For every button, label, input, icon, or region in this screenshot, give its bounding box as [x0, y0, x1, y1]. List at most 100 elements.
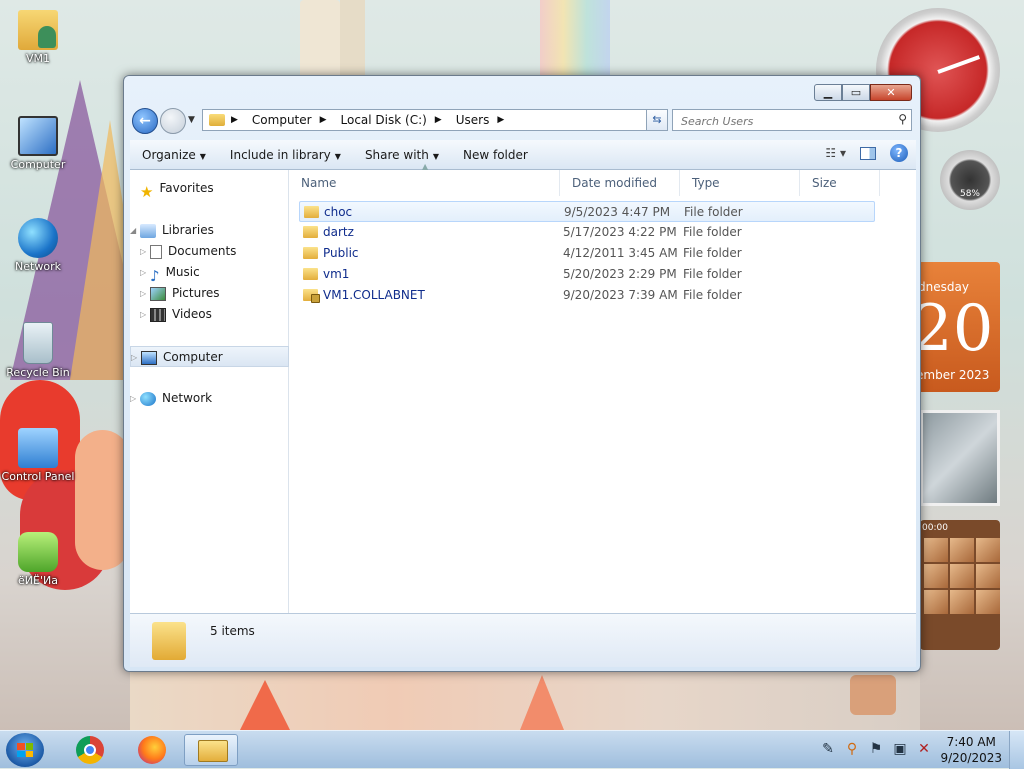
taskbar-firefox[interactable]	[122, 734, 176, 766]
minimize-icon: ▁	[823, 86, 833, 99]
taskbar-chrome[interactable]	[60, 734, 114, 766]
nav-documents[interactable]: ▷ Documents	[130, 241, 289, 262]
file-row[interactable]: dartz 5/17/2023 4:22 PM File folder	[299, 222, 875, 243]
desktop-icon-control-panel[interactable]: Control Panel	[0, 428, 78, 483]
maximize-button[interactable]: ▭	[842, 84, 870, 101]
breadcrumb-label: Users	[455, 113, 490, 127]
organize-menu[interactable]: Organize ▼	[130, 148, 218, 162]
column-label: Name	[301, 176, 337, 190]
calendar-month: ember 2023	[920, 368, 990, 382]
file-type: File folder	[683, 288, 742, 302]
file-name[interactable]: dartz	[323, 222, 354, 243]
search-box[interactable]: ⚲	[672, 109, 912, 132]
network-icon	[140, 391, 156, 406]
column-header-size[interactable]: Size	[800, 170, 880, 196]
minimize-button[interactable]: ▁	[814, 84, 842, 101]
desktop-icon-label: Recycle Bin	[6, 366, 70, 379]
new-folder-button[interactable]: New folder	[451, 148, 540, 162]
file-name[interactable]: Public	[323, 243, 359, 264]
file-name[interactable]: vm1	[323, 264, 349, 285]
wallpaper-flower	[240, 680, 290, 730]
start-button[interactable]	[6, 733, 44, 767]
address-bar[interactable]: ▶ Computer▶ Local Disk (C:)▶ Users▶ ▼	[202, 109, 662, 131]
wallpaper-tree	[300, 0, 340, 80]
taskbar-clock[interactable]: 7:40 AM 9/20/2023	[940, 734, 1002, 766]
breadcrumb-label: Local Disk (C:)	[340, 113, 427, 127]
explorer-window[interactable]: ▁ ▭ ✕ ← ▼ ▶ Computer ▶ Local Disk (C:) ▶ U…	[123, 75, 921, 672]
folder-icon	[304, 206, 319, 218]
share-with-menu[interactable]: Share with ▼	[353, 148, 451, 162]
user-folder-icon	[18, 10, 58, 50]
desktop-icon-network[interactable]: Network	[0, 218, 78, 273]
taskbar-explorer[interactable]	[184, 734, 238, 766]
expanded-triangle-icon[interactable]: ◢	[130, 220, 140, 241]
nav-pictures[interactable]: ▷ Pictures	[130, 283, 289, 304]
desktop-icon-vm1[interactable]: VM1	[0, 10, 78, 65]
preview-pane-icon[interactable]	[860, 146, 876, 160]
file-name[interactable]: choc	[324, 202, 352, 223]
include-in-library-menu[interactable]: Include in library ▼	[218, 148, 353, 162]
chevron-down-icon: ▼	[334, 151, 341, 161]
column-header-date-modified[interactable]: Date modified	[560, 170, 680, 196]
search-icon[interactable]: ⚲	[898, 112, 907, 126]
file-name[interactable]: VM1.COLLABNET	[323, 285, 425, 306]
action-center-flag-icon[interactable]: ⚑	[868, 741, 884, 757]
change-view-icon[interactable]: ☷ ▾	[825, 146, 846, 160]
pen-icon[interactable]: ✎	[820, 741, 836, 757]
breadcrumb-root[interactable]: ▶	[231, 115, 246, 125]
volume-muted-icon[interactable]: ✕	[916, 741, 932, 757]
collapsed-triangle-icon[interactable]: ▷	[131, 347, 141, 368]
file-date: 9/5/2023 4:47 PM	[564, 205, 671, 219]
nav-videos[interactable]: ▷ Videos	[130, 304, 289, 325]
desktop-icon-shortcut[interactable]: ёИЁ'Иа	[0, 532, 78, 587]
file-row[interactable]: Public 4/12/2011 3:45 AM File folder	[299, 243, 875, 264]
column-header-name[interactable]: Name	[289, 170, 560, 196]
file-list[interactable]: ▲ Name Date modified Type Size choc 9/5/…	[289, 162, 916, 613]
file-type: File folder	[684, 205, 743, 219]
navigation-bar: ← ▼ ▶ Computer ▶ Local Disk (C:) ▶ Users ▶ …	[132, 106, 912, 136]
picture-puzzle-gadget[interactable]: 00:00	[920, 520, 1000, 650]
nav-music[interactable]: ▷ ♪ Music	[130, 262, 289, 285]
meter-percent: 58%	[959, 189, 980, 199]
column-header-type[interactable]: Type	[680, 170, 800, 196]
nav-computer[interactable]: ▷ Computer	[130, 346, 289, 367]
music-note-icon: ♪	[150, 266, 160, 285]
collapsed-triangle-icon[interactable]: ▷	[140, 283, 150, 304]
recent-pages-chevron-icon[interactable]: ▼	[188, 115, 195, 125]
puzzle-grid[interactable]	[920, 536, 1000, 616]
desktop-icon-computer[interactable]: Computer	[0, 116, 78, 171]
forward-button[interactable]	[160, 108, 186, 134]
nav-label: Documents	[168, 244, 237, 258]
nav-network[interactable]: ▷ Network	[130, 388, 289, 409]
locked-folder-icon	[303, 289, 320, 303]
slideshow-gadget[interactable]	[920, 410, 1000, 506]
nav-libraries[interactable]: ◢ Libraries	[130, 220, 289, 241]
breadcrumb-computer[interactable]: Computer ▶	[252, 113, 335, 127]
clock-time: 7:40 AM	[946, 735, 996, 749]
collapsed-triangle-icon[interactable]: ▷	[140, 304, 150, 325]
item-count: 5 items	[210, 624, 255, 638]
refresh-button[interactable]: ⇆	[646, 109, 668, 131]
collapsed-triangle-icon[interactable]: ▷	[140, 241, 150, 262]
file-date: 9/20/2023 7:39 AM	[563, 288, 678, 302]
collapsed-triangle-icon[interactable]: ▷	[130, 388, 140, 409]
nav-favorites[interactable]: ★ Favorites	[130, 178, 289, 201]
wallpaper-rainbow	[540, 0, 610, 80]
breadcrumb-users[interactable]: Users ▶	[456, 113, 513, 127]
calendar-gadget[interactable]: dnesday 20 ember 2023	[920, 262, 1000, 392]
show-desktop-button[interactable]	[1009, 731, 1024, 769]
magnifier-icon[interactable]: ⚲	[844, 741, 860, 757]
collapsed-triangle-icon[interactable]: ▷	[140, 262, 150, 283]
network-tray-icon[interactable]: ▣	[892, 741, 908, 757]
file-row[interactable]: VM1.COLLABNET 9/20/2023 7:39 AM File fol…	[299, 285, 875, 306]
file-row[interactable]: choc 9/5/2023 4:47 PM File folder	[299, 201, 875, 222]
breadcrumb-local-disk[interactable]: Local Disk (C:) ▶	[341, 113, 450, 127]
file-row[interactable]: vm1 5/20/2023 2:29 PM File folder	[299, 264, 875, 285]
search-input[interactable]	[679, 110, 893, 132]
close-button[interactable]: ✕	[870, 84, 912, 101]
cpu-meter-gadget[interactable]: 58%	[940, 150, 1000, 210]
back-button[interactable]: ←	[132, 108, 158, 134]
help-icon[interactable]: ?	[890, 144, 908, 162]
column-label: Size	[812, 176, 837, 190]
desktop-icon-recycle-bin[interactable]: Recycle Bin	[0, 322, 78, 379]
